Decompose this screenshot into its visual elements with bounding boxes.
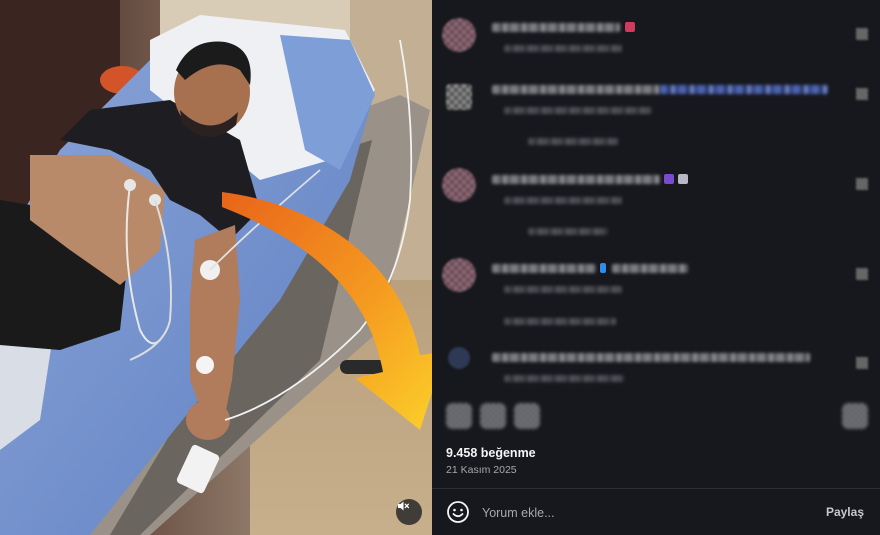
comment-text-blurred — [492, 175, 660, 184]
comment-meta-blurred — [504, 375, 624, 382]
post-date: 21 Kasım 2025 — [446, 464, 517, 476]
comment-text-blurred — [492, 264, 596, 273]
like-comment-icon[interactable] — [856, 28, 868, 40]
avatar[interactable] — [448, 347, 470, 369]
comment-text-blurred — [660, 85, 828, 94]
post-viewer: 9.458 beğenme 21 Kasım 2025 Paylaş — [0, 0, 880, 535]
avatar[interactable] — [446, 84, 472, 110]
comment-meta-blurred — [504, 286, 622, 293]
comment-item[interactable] — [442, 256, 872, 328]
comment-text-blurred — [492, 85, 660, 94]
view-replies-blurred[interactable] — [504, 318, 616, 325]
add-comment-bar: Paylaş — [432, 489, 880, 535]
speaker-muted-icon — [398, 501, 410, 511]
share-icon[interactable] — [514, 403, 540, 429]
hospital-bed-scene — [0, 0, 432, 535]
emoji-blurred — [625, 22, 635, 32]
comment-meta-blurred — [504, 197, 622, 204]
like-comment-icon[interactable] — [856, 268, 868, 280]
verified-badge-blurred — [600, 263, 606, 273]
avatar[interactable] — [442, 258, 476, 292]
emoji-blurred — [664, 174, 674, 184]
view-replies-blurred[interactable] — [528, 138, 618, 145]
comment-icon[interactable] — [480, 403, 506, 429]
share-button[interactable]: Paylaş — [826, 505, 864, 519]
comment-text-blurred — [492, 353, 810, 362]
comment-item[interactable] — [442, 345, 872, 390]
comment-text-blurred — [612, 264, 688, 273]
like-comment-icon[interactable] — [856, 357, 868, 369]
comment-meta-blurred — [504, 107, 652, 114]
emoji-blurred — [678, 174, 688, 184]
bookmark-icon[interactable] — [842, 403, 868, 429]
avatar[interactable] — [442, 18, 476, 52]
smiley-icon — [447, 501, 469, 523]
emoji-button[interactable] — [446, 500, 470, 524]
comment-item[interactable] — [442, 16, 872, 60]
comment-input[interactable] — [482, 504, 782, 522]
action-bar — [446, 403, 868, 431]
avatar[interactable] — [442, 168, 476, 202]
view-replies-blurred[interactable] — [528, 228, 608, 235]
comment-item[interactable] — [442, 166, 872, 240]
comment-text-blurred — [492, 23, 620, 32]
mute-button[interactable] — [396, 499, 422, 525]
comments-panel: 9.458 beğenme 21 Kasım 2025 Paylaş — [432, 0, 880, 535]
like-comment-icon[interactable] — [856, 88, 868, 100]
comment-item[interactable] — [442, 80, 872, 150]
like-comment-icon[interactable] — [856, 178, 868, 190]
comment-meta-blurred — [504, 45, 622, 52]
likes-count[interactable]: 9.458 beğenme — [446, 446, 536, 460]
heart-icon[interactable] — [446, 403, 472, 429]
post-photo[interactable] — [0, 0, 432, 535]
